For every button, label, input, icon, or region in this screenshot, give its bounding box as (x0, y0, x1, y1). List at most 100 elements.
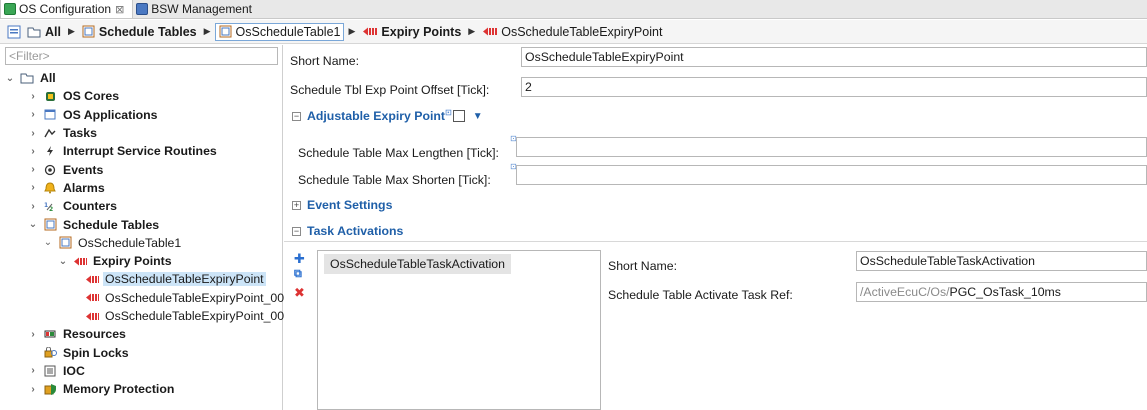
ta-short-name-field[interactable]: OsScheduleTableTaskActivation (856, 251, 1147, 271)
tab-os-configuration[interactable]: OS Configuration ⊠ (0, 0, 134, 18)
tree-item-label: OsScheduleTableExpiryPoint_001 (105, 290, 291, 305)
collapse-icon[interactable]: − (292, 111, 301, 121)
tree-item-spin-locks[interactable]: Spin Locks (0, 343, 283, 361)
chevron-right-icon[interactable]: › (28, 329, 38, 340)
chevron-right-icon[interactable]: › (28, 128, 38, 139)
section-divider (284, 241, 1147, 242)
breadcrumb-expiry-point-label: OsScheduleTableExpiryPoint (501, 24, 663, 39)
chevron-down-icon[interactable]: ⌄ (58, 256, 68, 267)
tree-item-all[interactable]: ⌄ All (0, 69, 283, 87)
tab-bsw-management[interactable]: BSW Management (133, 0, 260, 18)
max-lengthen-field[interactable] (516, 137, 1147, 157)
chevron-right-icon[interactable]: › (28, 146, 38, 157)
breadcrumb-schedule-tables[interactable]: Schedule Tables (79, 24, 200, 40)
collapse-icon[interactable]: − (292, 226, 301, 236)
folder-icon (27, 26, 41, 38)
application-icon (43, 109, 57, 120)
chevron-right-icon: ▶ (348, 26, 356, 36)
expiry-point-icon (85, 274, 99, 285)
view-toggle-icon (7, 25, 21, 38)
tree-item-label: Schedule Tables (63, 217, 160, 232)
chevron-right-icon[interactable]: › (28, 201, 38, 212)
expand-icon[interactable]: + (292, 200, 301, 210)
tree-item-expiry-point-0[interactable]: OsScheduleTableExpiryPoint (0, 270, 283, 288)
filter-input[interactable]: <Filter> (5, 47, 278, 65)
breadcrumb: All ▶ Schedule Tables ▶ OsScheduleTable1… (0, 20, 1147, 44)
max-shorten-field[interactable] (516, 165, 1147, 185)
folder-icon (20, 72, 34, 84)
tree-item-label: Tasks (63, 126, 97, 141)
list-item[interactable]: OsScheduleTableTaskActivation (324, 254, 511, 274)
task-activations-section[interactable]: − Task Activations (292, 224, 403, 238)
tree-item-expiry-points[interactable]: ⌄ Expiry Points (0, 252, 283, 270)
tab-os-configuration-label: OS Configuration (19, 2, 112, 16)
tree-item-label: OsScheduleTable1 (78, 235, 182, 250)
schedule-table-icon (82, 25, 95, 38)
add-multiple-icon[interactable]: ⧉ (294, 268, 302, 281)
memory-protection-icon (43, 383, 57, 396)
close-icon[interactable]: ⊠ (115, 3, 124, 16)
tree-item-events[interactable]: › Events (0, 160, 283, 178)
breadcrumb-expiry-points[interactable]: Expiry Points (359, 24, 464, 40)
breadcrumb-all[interactable]: All (24, 24, 64, 40)
short-name-field[interactable]: OsScheduleTableExpiryPoint (521, 47, 1147, 67)
chevron-right-icon[interactable]: › (28, 164, 38, 175)
dropdown-arrow-icon[interactable]: ▼ (473, 111, 483, 122)
tree-item-schedule-table1[interactable]: ⌄ OsScheduleTable1 (0, 234, 283, 252)
schedule-table-icon (58, 236, 72, 249)
info-marker-icon: ⊡ (445, 107, 452, 117)
counter-icon: 12 (43, 201, 57, 212)
chevron-right-icon[interactable]: › (28, 365, 38, 376)
tree-item-expiry-point-1[interactable]: OsScheduleTableExpiryPoint_001 (0, 289, 291, 307)
chevron-right-icon[interactable]: › (28, 91, 38, 102)
task-ref-label: Schedule Table Activate Task Ref: (608, 288, 793, 302)
tree-item-memory-protection[interactable]: › Memory Protection (0, 380, 283, 398)
tree-item-os-cores[interactable]: › OS Cores (0, 87, 283, 105)
tree-item-label: Resources (63, 327, 126, 342)
chevron-down-icon[interactable]: ⌄ (5, 73, 15, 84)
tree-item-schedule-tables[interactable]: ⌄ Schedule Tables (0, 215, 283, 233)
chevron-down-icon[interactable]: ⌄ (28, 219, 38, 230)
breadcrumb-expiry-point[interactable]: OsScheduleTableExpiryPoint (479, 24, 665, 40)
chevron-right-icon[interactable]: › (28, 182, 38, 193)
task-ref-field[interactable]: /ActiveEcuC/Os/PGC_OsTask_10ms (856, 282, 1147, 302)
task-activation-list: OsScheduleTableTaskActivation (317, 250, 601, 410)
tree-item-expiry-point-2[interactable]: OsScheduleTableExpiryPoint_002 (0, 307, 291, 325)
adjustable-expiry-point-title: Adjustable Expiry Point (307, 109, 446, 123)
event-settings-section[interactable]: + Event Settings (292, 198, 392, 212)
editor-tab-bar: OS Configuration ⊠ BSW Management (0, 0, 1147, 19)
chevron-right-icon: ▶ (468, 26, 476, 36)
chevron-right-icon[interactable]: › (28, 384, 38, 395)
tree-item-label: All (40, 71, 56, 86)
tree-item-ioc[interactable]: › IOC (0, 362, 283, 380)
schedule-table-icon (43, 218, 57, 231)
offset-field[interactable]: 2 (521, 77, 1147, 97)
max-lengthen-label: Schedule Table Max Lengthen [Tick]: (298, 146, 499, 160)
delete-icon[interactable]: ✖ (294, 285, 305, 301)
chevron-down-icon[interactable]: ⌄ (43, 237, 53, 248)
navigation-tree-panel: <Filter> ⌄ All › OS Cores › OS Applicati… (0, 45, 291, 410)
tree-item-os-applications[interactable]: › OS Applications (0, 106, 283, 124)
tree-item-tasks[interactable]: › Tasks (0, 124, 283, 142)
tree-item-alarms[interactable]: › Alarms (0, 179, 283, 197)
breadcrumb-schedule-table1-label: OsScheduleTable1 (235, 24, 341, 39)
adjustable-expiry-point-section[interactable]: − Adjustable Expiry Point ⊡ ▼ (292, 107, 483, 123)
schedule-table-icon (219, 25, 232, 38)
os-config-icon (4, 3, 16, 15)
breadcrumb-expiry-points-label: Expiry Points (381, 24, 462, 39)
tree-item-isr[interactable]: › Interrupt Service Routines (0, 142, 283, 160)
adjustable-checkbox[interactable] (452, 110, 465, 122)
cpu-core-icon (43, 91, 57, 102)
tab-bsw-management-label: BSW Management (151, 1, 252, 16)
chevron-right-icon: ▶ (203, 26, 211, 36)
add-icon[interactable]: ✚ (294, 251, 305, 267)
navigation-tree: ⌄ All › OS Cores › OS Applications › Tas… (0, 69, 291, 398)
task-ref-prefix: /ActiveEcuC/Os/ (860, 285, 950, 299)
tree-item-counters[interactable]: › 12 Counters (0, 197, 283, 215)
breadcrumb-view-toggle[interactable] (4, 24, 24, 40)
tree-item-resources[interactable]: › Resources (0, 325, 283, 343)
resource-icon (43, 329, 57, 339)
breadcrumb-schedule-table1[interactable]: OsScheduleTable1 (214, 22, 345, 41)
chevron-right-icon[interactable]: › (28, 109, 38, 120)
tree-item-label: OS Cores (63, 89, 120, 104)
